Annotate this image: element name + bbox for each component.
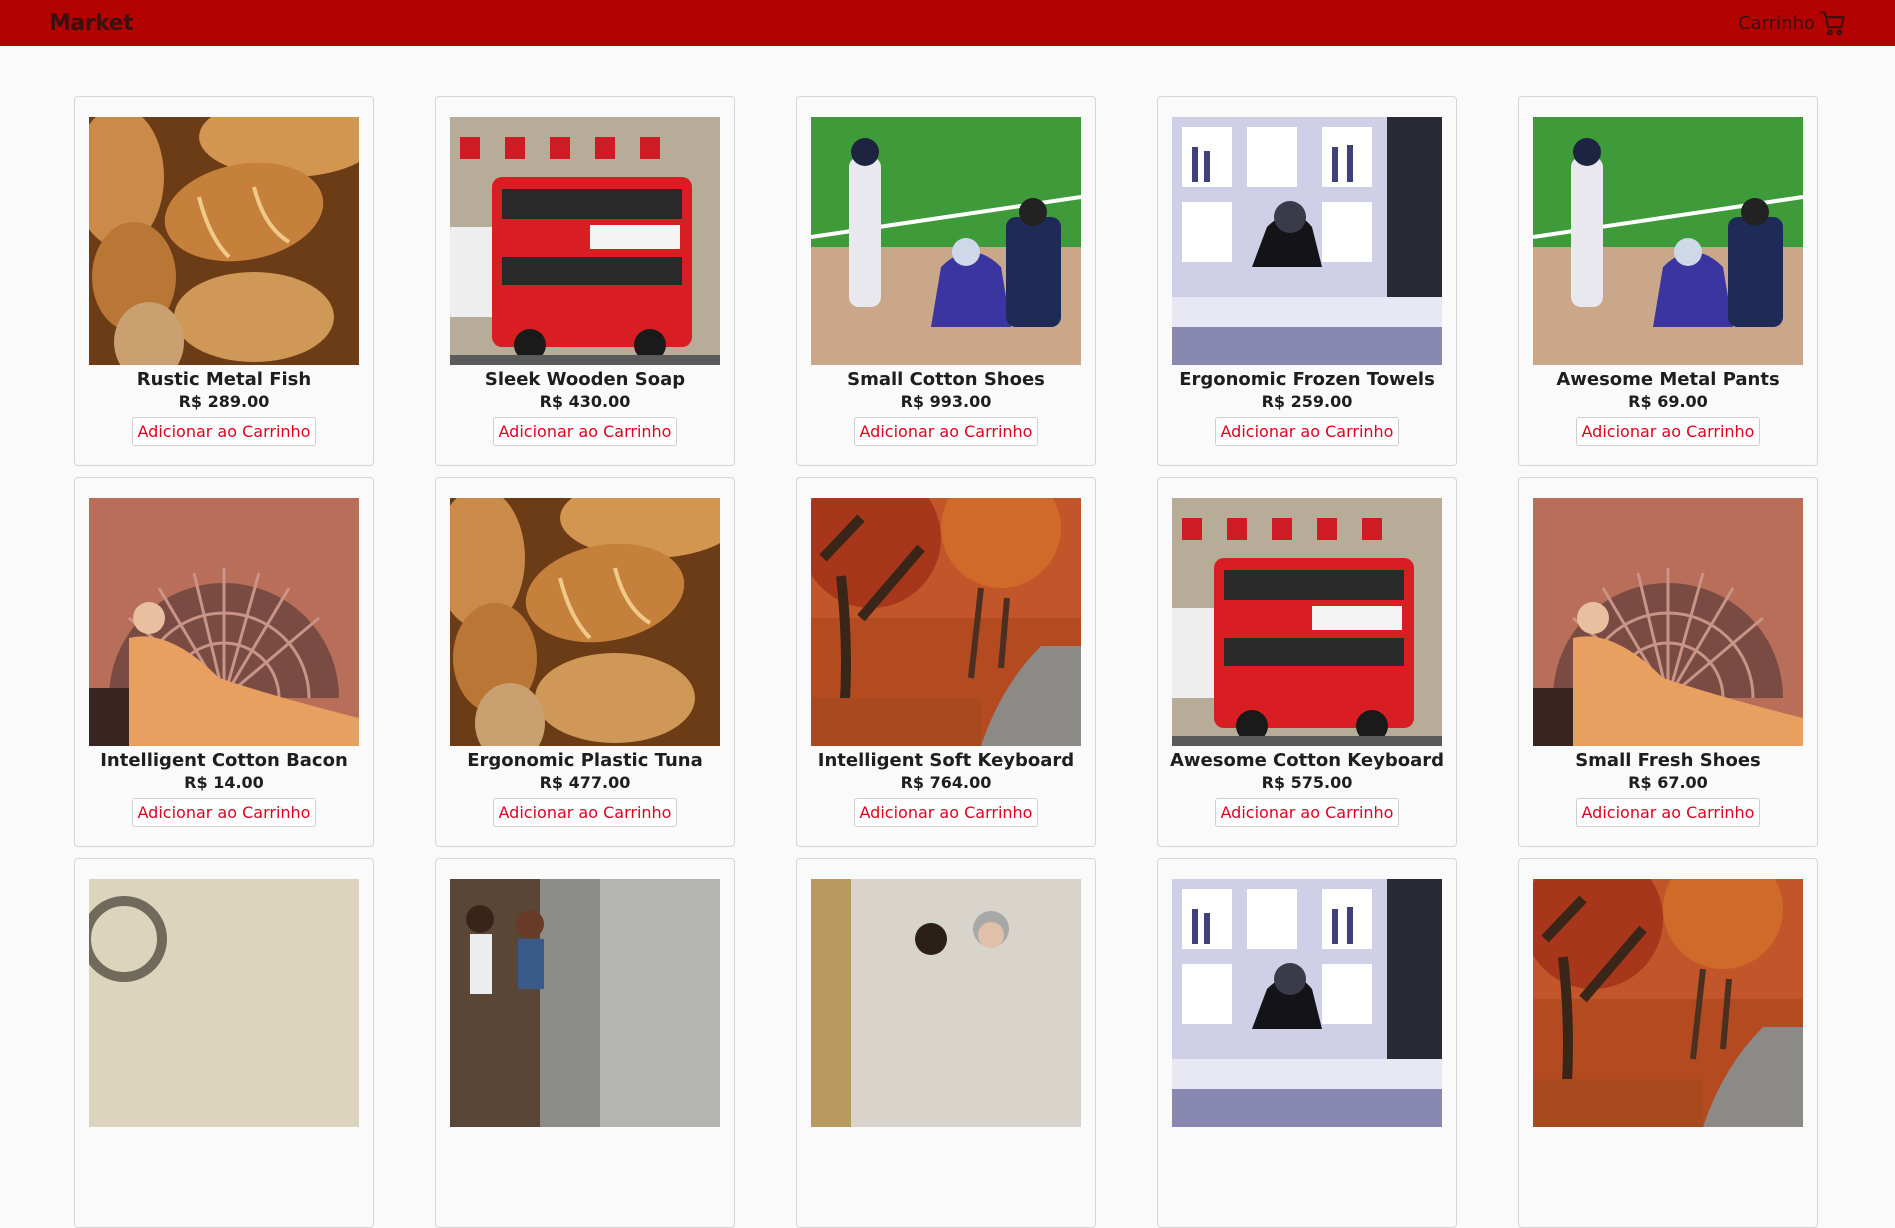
product-price: R$ 259.00 xyxy=(1261,392,1353,411)
product-card: Small Cotton Shoes R$ 993.00 Adicionar a… xyxy=(796,96,1096,466)
product-grid: Rustic Metal Fish R$ 289.00 Adicionar ao… xyxy=(74,96,1818,1228)
product-price: R$ 477.00 xyxy=(539,773,631,792)
product-price: R$ 289.00 xyxy=(178,392,270,411)
product-card: Small Fresh Shoes R$ 67.00 Adicionar ao … xyxy=(1518,477,1818,847)
add-to-cart-button[interactable]: Adicionar ao Carrinho xyxy=(131,798,317,827)
product-image[interactable] xyxy=(450,879,720,1127)
product-price: R$ 764.00 xyxy=(900,773,992,792)
add-to-cart-button[interactable]: Adicionar ao Carrinho xyxy=(492,798,678,827)
product-name: Awesome Cotton Keyboard xyxy=(1169,750,1445,771)
product-price: R$ 14.00 xyxy=(184,773,264,792)
product-image[interactable] xyxy=(450,117,720,365)
add-to-cart-button[interactable]: Adicionar ao Carrinho xyxy=(1214,417,1400,446)
product-card: Ergonomic Plastic Tuna R$ 477.00 Adicion… xyxy=(435,477,735,847)
add-to-cart-button[interactable]: Adicionar ao Carrinho xyxy=(492,417,678,446)
product-card: Rustic Metal Fish R$ 289.00 Adicionar ao… xyxy=(74,96,374,466)
product-image[interactable] xyxy=(1533,498,1803,746)
product-name: Small Fresh Shoes xyxy=(1575,750,1761,771)
product-name: Sleek Wooden Soap xyxy=(484,369,686,390)
cart-label: Carrinho xyxy=(1738,12,1815,34)
product-card: Ergonomic Frozen Towels R$ 259.00 Adicio… xyxy=(1157,96,1457,466)
product-card xyxy=(435,858,735,1228)
product-image[interactable] xyxy=(811,879,1081,1127)
product-price: R$ 67.00 xyxy=(1628,773,1708,792)
product-image[interactable] xyxy=(450,498,720,746)
product-name: Small Cotton Shoes xyxy=(847,369,1045,390)
add-to-cart-button[interactable]: Adicionar ao Carrinho xyxy=(853,798,1039,827)
product-price: R$ 993.00 xyxy=(900,392,992,411)
product-card: Awesome Cotton Keyboard R$ 575.00 Adicio… xyxy=(1157,477,1457,847)
product-name: Ergonomic Frozen Towels xyxy=(1179,369,1435,390)
product-image[interactable] xyxy=(89,117,359,365)
product-image[interactable] xyxy=(1172,117,1442,365)
product-price: R$ 430.00 xyxy=(539,392,631,411)
product-image[interactable] xyxy=(1533,117,1803,365)
product-image[interactable] xyxy=(811,498,1081,746)
product-image[interactable] xyxy=(811,117,1081,365)
cart-icon xyxy=(1820,11,1845,36)
product-name: Rustic Metal Fish xyxy=(136,369,312,390)
product-card xyxy=(74,858,374,1228)
brand-link[interactable]: Market xyxy=(49,11,134,36)
add-to-cart-button[interactable]: Adicionar ao Carrinho xyxy=(1575,798,1761,827)
add-to-cart-button[interactable]: Adicionar ao Carrinho xyxy=(1214,798,1400,827)
add-to-cart-button[interactable]: Adicionar ao Carrinho xyxy=(1575,417,1761,446)
product-name: Awesome Metal Pants xyxy=(1556,369,1780,390)
product-image[interactable] xyxy=(89,879,359,1127)
product-card: Awesome Metal Pants R$ 69.00 Adicionar a… xyxy=(1518,96,1818,466)
add-to-cart-button[interactable]: Adicionar ao Carrinho xyxy=(853,417,1039,446)
product-card xyxy=(1518,858,1818,1228)
product-price: R$ 575.00 xyxy=(1261,773,1353,792)
product-image[interactable] xyxy=(1172,498,1442,746)
product-card: Intelligent Cotton Bacon R$ 14.00 Adicio… xyxy=(74,477,374,847)
product-name: Intelligent Soft Keyboard xyxy=(817,750,1075,771)
product-card: Intelligent Soft Keyboard R$ 764.00 Adic… xyxy=(796,477,1096,847)
product-name: Intelligent Cotton Bacon xyxy=(100,750,348,771)
product-image[interactable] xyxy=(1533,879,1803,1127)
product-name: Ergonomic Plastic Tuna xyxy=(467,750,703,771)
product-price: R$ 69.00 xyxy=(1628,392,1708,411)
product-image[interactable] xyxy=(1172,879,1442,1127)
product-card: Sleek Wooden Soap R$ 430.00 Adicionar ao… xyxy=(435,96,735,466)
product-card xyxy=(1157,858,1457,1228)
add-to-cart-button[interactable]: Adicionar ao Carrinho xyxy=(131,417,317,446)
product-card xyxy=(796,858,1096,1228)
navbar: Market Carrinho xyxy=(0,0,1895,46)
cart-link[interactable]: Carrinho xyxy=(1738,9,1847,37)
product-image[interactable] xyxy=(89,498,359,746)
